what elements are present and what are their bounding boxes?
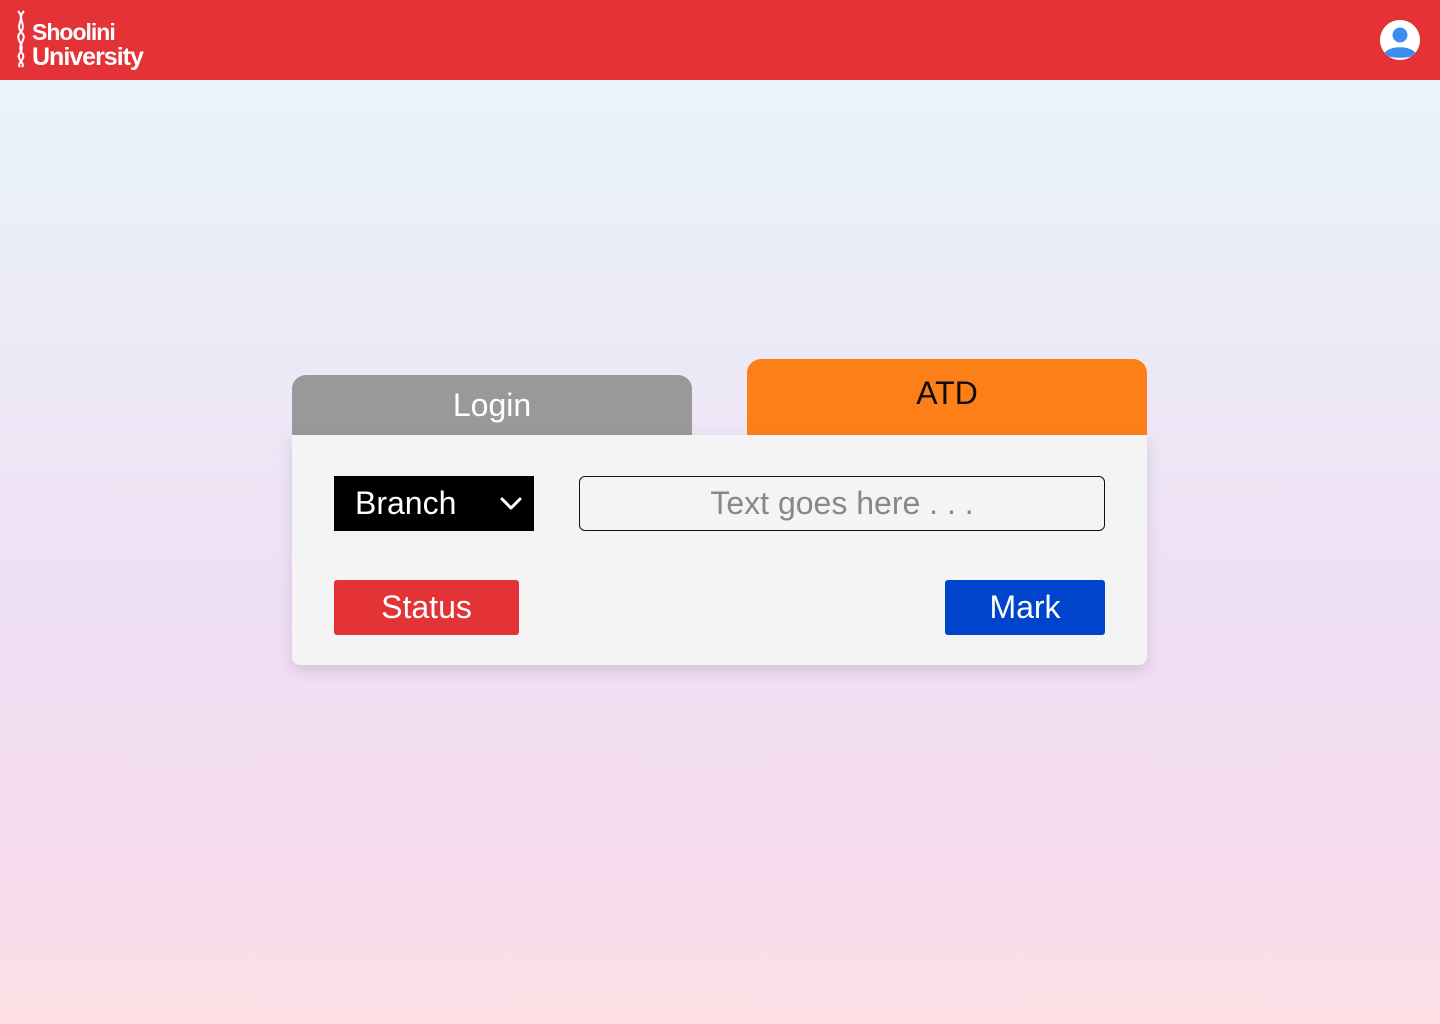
logo-text-line1: Shoolini [32,19,116,45]
branch-dropdown-label: Branch [355,485,457,521]
tab-login[interactable]: Login [292,375,692,435]
attendance-form-card: Branch Status Mark [292,435,1147,665]
status-button[interactable]: Status [334,580,519,635]
top-header: Shoolini University [0,0,1440,80]
logo-text-line2: University [32,43,144,71]
branch-dropdown[interactable]: Branch [334,476,534,531]
tab-atd[interactable]: ATD [747,359,1147,435]
dna-helix-icon [17,10,25,68]
user-avatar-icon[interactable] [1380,20,1420,60]
shoolini-university-logo[interactable]: Shoolini University [12,9,144,73]
text-input-field[interactable] [579,476,1105,531]
tab-login-label: Login [452,386,532,423]
mark-button[interactable]: Mark [945,580,1105,635]
tab-atd-label: ATD [916,374,978,411]
chevron-down-icon [500,497,522,510]
